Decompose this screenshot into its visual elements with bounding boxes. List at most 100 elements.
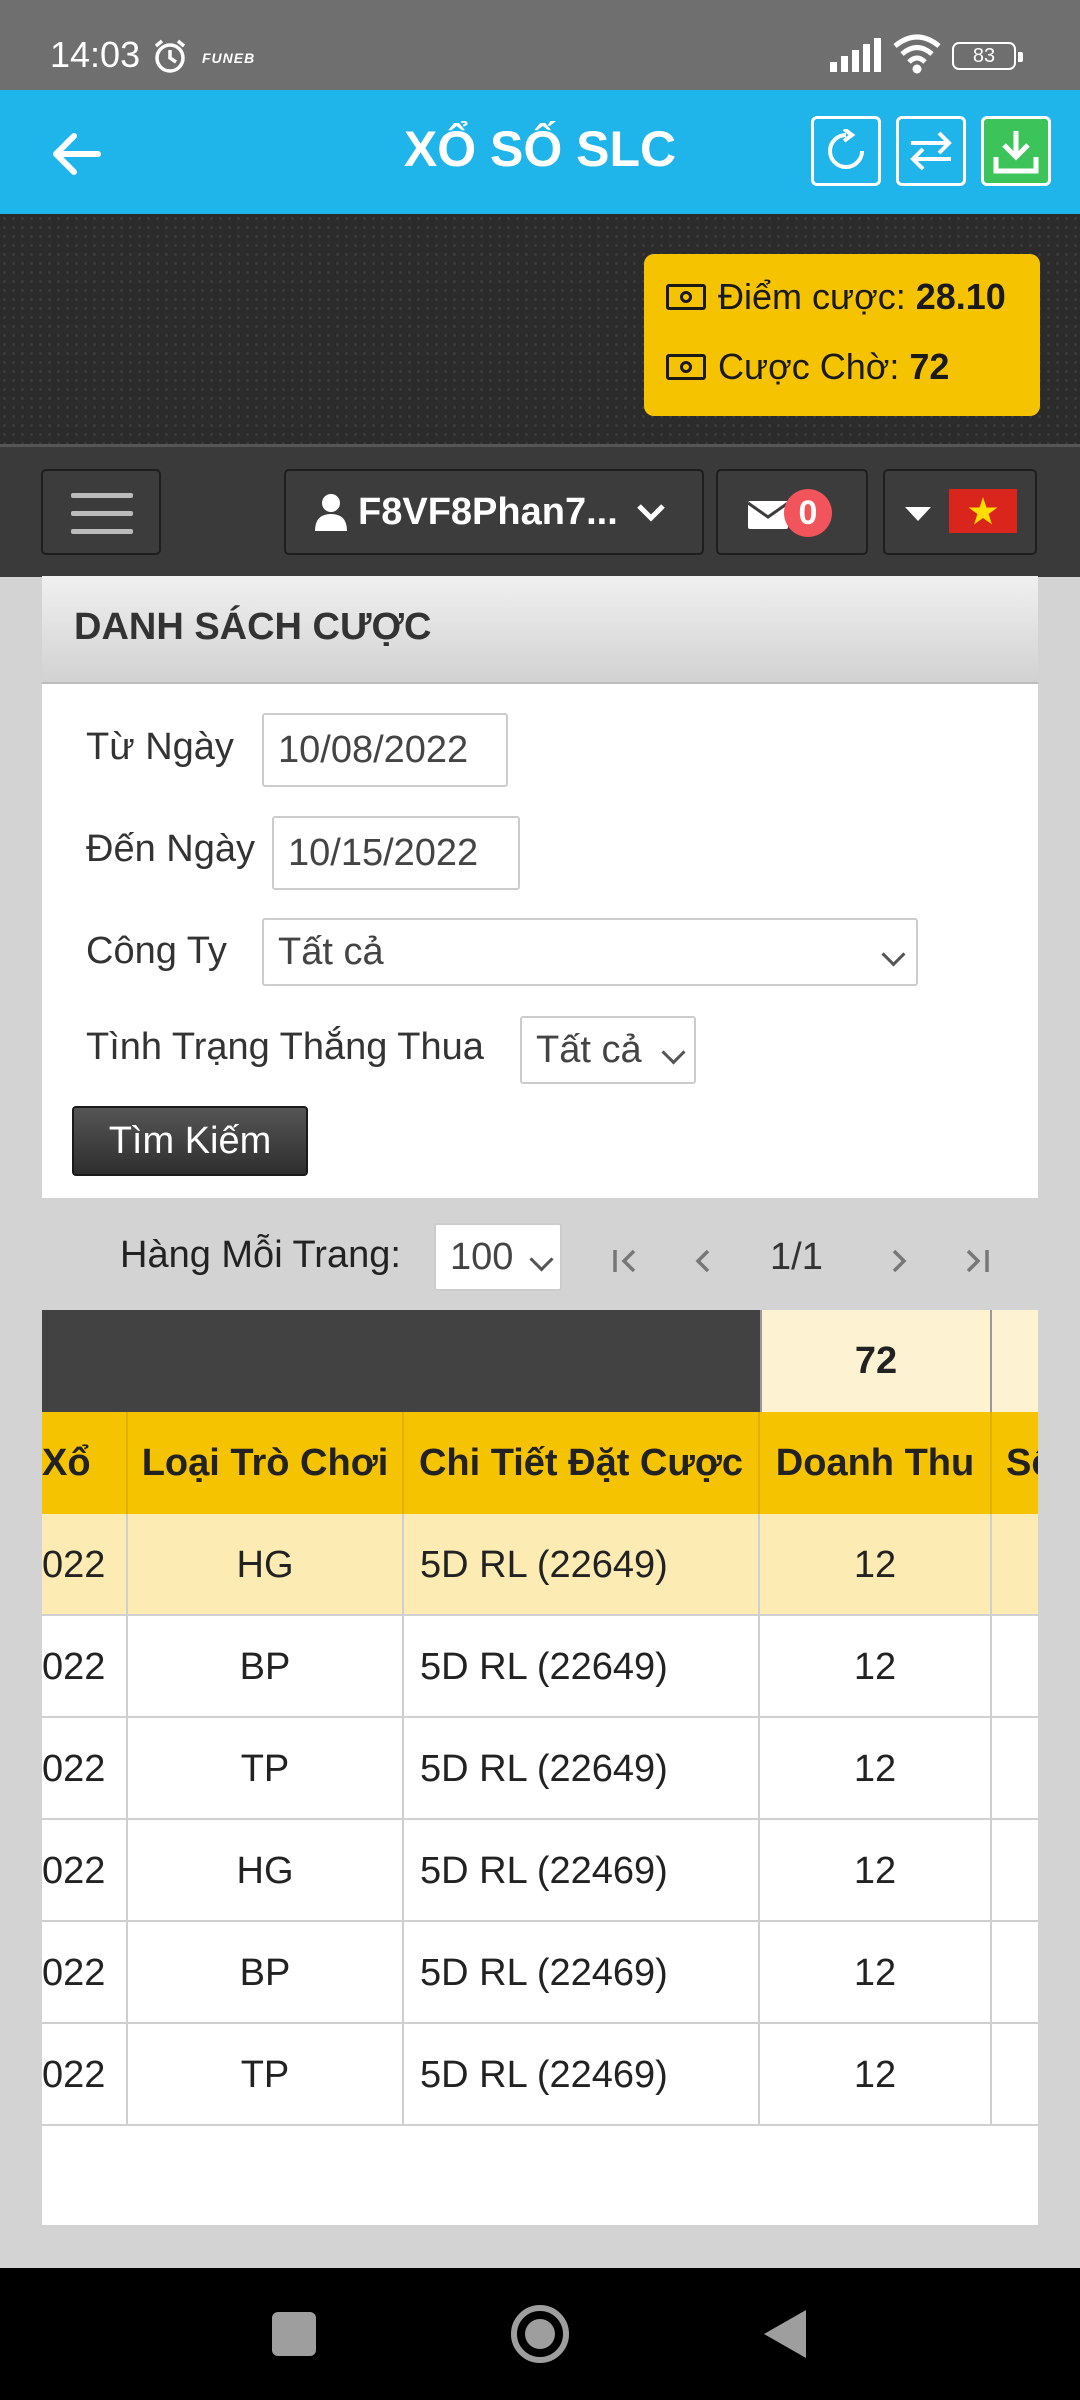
- chevron-down-icon: [636, 504, 665, 522]
- cell-game-type: BP: [128, 1922, 404, 2024]
- first-page-icon[interactable]: [612, 1248, 640, 1274]
- cell-game-type: TP: [128, 2024, 404, 2126]
- last-page-icon[interactable]: [962, 1248, 990, 1274]
- cell-draw-date: 022: [42, 1922, 128, 2024]
- language-dropdown[interactable]: [883, 469, 1037, 555]
- rows-per-page-value: 100: [450, 1236, 514, 1278]
- cell-draw-date: 022: [42, 1718, 128, 1820]
- header-game-type: Loại Trò Chơi: [128, 1412, 404, 1514]
- cell-draw-date: 022: [42, 1616, 128, 1718]
- cell-game-type: HG: [128, 1820, 404, 1922]
- result-status-value: Tất cả: [536, 1029, 642, 1071]
- user-dropdown[interactable]: F8VF8Phan7...: [284, 469, 704, 555]
- to-date-label: Đến Ngày: [86, 828, 255, 870]
- cell-revenue: 12: [760, 1820, 992, 1922]
- cell-number: [992, 1718, 1038, 1820]
- prev-page-icon[interactable]: [692, 1248, 714, 1274]
- pending-bets-row: Cược Chờ: 72: [666, 346, 949, 388]
- rows-per-page-label: Hàng Mỗi Trang:: [120, 1234, 401, 1276]
- download-icon: [993, 131, 1039, 174]
- cell-revenue: 12: [760, 1616, 992, 1718]
- hamburger-icon: [71, 511, 133, 516]
- header-revenue: Doanh Thu: [760, 1412, 992, 1514]
- battery-icon: 83: [952, 42, 1016, 70]
- recent-apps-icon[interactable]: [272, 2312, 316, 2356]
- row-divider: [42, 2124, 1038, 2126]
- table-total-bar: [42, 1310, 760, 1412]
- download-button[interactable]: [981, 116, 1051, 186]
- refresh-icon: [828, 129, 864, 169]
- cell-number: [992, 1820, 1038, 1922]
- cell-bet-detail: 5D RL (22469): [404, 2024, 760, 2126]
- pending-bets-value: 72: [909, 346, 950, 387]
- chevron-down-icon: [661, 1040, 686, 1065]
- chevron-down-icon: [881, 942, 906, 967]
- header-bet-detail: Chi Tiết Đặt Cược: [404, 1412, 760, 1514]
- company-label: Công Ty: [86, 930, 227, 972]
- pager: Hàng Mỗi Trang: 100 1/1: [0, 1220, 1080, 1300]
- panel-header: DANH SÁCH CƯỢC: [42, 576, 1038, 684]
- hamburger-icon: [71, 529, 133, 534]
- company-select-value: Tất cả: [278, 931, 384, 973]
- cell-bet-detail: 5D RL (22649): [404, 1718, 760, 1820]
- caret-down-icon: [905, 507, 931, 521]
- from-date-label: Từ Ngày: [86, 726, 234, 768]
- result-status-select[interactable]: Tất cả: [520, 1016, 696, 1084]
- hamburger-icon: [71, 493, 133, 498]
- header-draw-date: Xổ: [42, 1412, 128, 1514]
- bet-table[interactable]: 72 Xổ Loại Trò Chơi Chi Tiết Đặt Cược Do…: [42, 1310, 1038, 2225]
- total-extra-cell: [992, 1310, 1038, 1412]
- cell-game-type: HG: [128, 1514, 404, 1616]
- signal-icon: [830, 38, 881, 72]
- panel-title: DANH SÁCH CƯỢC: [74, 606, 432, 648]
- home-icon[interactable]: [508, 2302, 572, 2366]
- messages-button[interactable]: 0: [716, 469, 868, 555]
- cell-bet-detail: 5D RL (22469): [404, 1820, 760, 1922]
- cell-game-type: BP: [128, 1616, 404, 1718]
- nav-bar: F8VF8Phan7... 0: [0, 444, 1080, 577]
- system-nav-bar: [0, 2268, 1080, 2400]
- cell-bet-detail: 5D RL (22469): [404, 1922, 760, 2024]
- cell-bet-detail: 5D RL (22649): [404, 1514, 760, 1616]
- wifi-icon: [893, 34, 941, 74]
- refresh-button[interactable]: [811, 116, 881, 186]
- alarm-icon: [154, 39, 186, 73]
- money-icon: [666, 284, 706, 310]
- to-date-input[interactable]: 10/15/2022: [272, 816, 520, 890]
- messages-badge: 0: [784, 489, 832, 537]
- cell-number: [992, 1616, 1038, 1718]
- status-bar: 14:03 FUNEB 83: [0, 0, 1080, 90]
- chevron-down-icon: [529, 1247, 554, 1272]
- cell-revenue: 12: [760, 1514, 992, 1616]
- vietnam-flag-icon: [949, 489, 1017, 533]
- username: F8VF8Phan7...: [358, 490, 618, 533]
- swap-icon: [910, 131, 952, 171]
- points-box: Điểm cược: 28.10 Cược Chờ: 72: [644, 254, 1040, 416]
- user-icon: [315, 494, 347, 531]
- status-brand-icon: FUNEB: [202, 50, 256, 66]
- cell-number: [992, 2024, 1038, 2126]
- app-bar: XỔ SỐ SLC: [0, 90, 1080, 214]
- menu-button[interactable]: [41, 469, 161, 555]
- header-number: Số: [992, 1412, 1038, 1514]
- header-panel: Điểm cược: 28.10 Cược Chờ: 72: [0, 214, 1080, 444]
- switch-button[interactable]: [896, 116, 966, 186]
- bet-list-panel: DANH SÁCH CƯỢC Từ Ngày 10/08/2022 Đến Ng…: [42, 576, 1038, 1198]
- cell-draw-date: 022: [42, 2024, 128, 2126]
- cell-revenue: 12: [760, 1718, 992, 1820]
- cell-draw-date: 022: [42, 1514, 128, 1616]
- bet-points-row: Điểm cược: 28.10: [666, 276, 1006, 318]
- status-time: 14:03: [50, 34, 141, 75]
- money-icon: [666, 354, 706, 380]
- search-button[interactable]: Tìm Kiếm: [72, 1106, 308, 1176]
- total-revenue-cell: 72: [760, 1310, 992, 1412]
- battery-tip: [1018, 52, 1023, 62]
- rows-per-page-select[interactable]: 100: [434, 1223, 562, 1291]
- cell-number: [992, 1514, 1038, 1616]
- cell-game-type: TP: [128, 1718, 404, 1820]
- from-date-input[interactable]: 10/08/2022: [262, 713, 508, 787]
- back-nav-icon[interactable]: [762, 2308, 808, 2360]
- next-page-icon[interactable]: [888, 1248, 910, 1274]
- company-select[interactable]: Tất cả: [262, 918, 918, 986]
- cell-bet-detail: 5D RL (22649): [404, 1616, 760, 1718]
